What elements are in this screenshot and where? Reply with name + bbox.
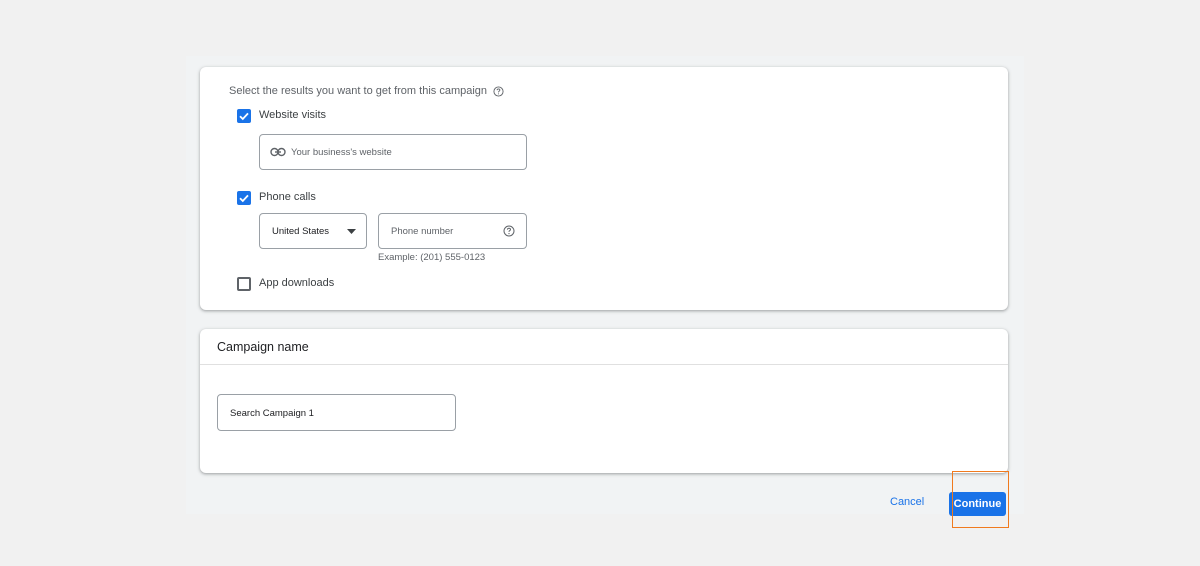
app-downloads-label: App downloads bbox=[259, 277, 335, 289]
help-icon[interactable] bbox=[503, 225, 515, 237]
phone-calls-checkbox[interactable] bbox=[237, 191, 251, 205]
country-select[interactable]: United States bbox=[259, 213, 367, 249]
campaign-name-card: Campaign name Search Campaign 1 bbox=[200, 329, 1008, 473]
goals-prompt-text: Select the results you want to get from … bbox=[229, 85, 488, 97]
app-downloads-checkbox[interactable] bbox=[237, 277, 251, 291]
phone-placeholder: Phone number bbox=[391, 226, 454, 237]
link-icon bbox=[270, 147, 286, 157]
phone-number-input[interactable]: Phone number bbox=[378, 213, 527, 249]
campaign-name-value: Search Campaign 1 bbox=[230, 408, 314, 419]
campaign-name-title: Campaign name bbox=[217, 340, 309, 354]
help-icon[interactable] bbox=[493, 85, 504, 97]
continue-button[interactable]: Continue bbox=[949, 492, 1006, 516]
check-icon bbox=[239, 194, 249, 203]
goals-prompt: Select the results you want to get from … bbox=[229, 85, 504, 97]
country-value: United States bbox=[272, 226, 330, 237]
campaign-name-input[interactable]: Search Campaign 1 bbox=[217, 394, 456, 431]
website-input[interactable]: Your business's website bbox=[259, 134, 527, 170]
goals-card: Select the results you want to get from … bbox=[200, 67, 1008, 310]
campaign-name-header: Campaign name bbox=[200, 329, 1008, 365]
website-visits-checkbox[interactable] bbox=[237, 109, 251, 123]
website-visits-label: Website visits bbox=[259, 109, 327, 121]
cancel-button[interactable]: Cancel bbox=[890, 496, 924, 508]
phone-example-hint: Example: (201) 555-0123 bbox=[378, 252, 486, 263]
check-icon bbox=[239, 112, 249, 121]
phone-calls-label: Phone calls bbox=[259, 191, 316, 203]
dropdown-arrow-icon bbox=[347, 229, 356, 234]
campaign-setup-panel: Select the results you want to get from … bbox=[186, 56, 1024, 528]
website-placeholder: Your business's website bbox=[291, 147, 392, 158]
